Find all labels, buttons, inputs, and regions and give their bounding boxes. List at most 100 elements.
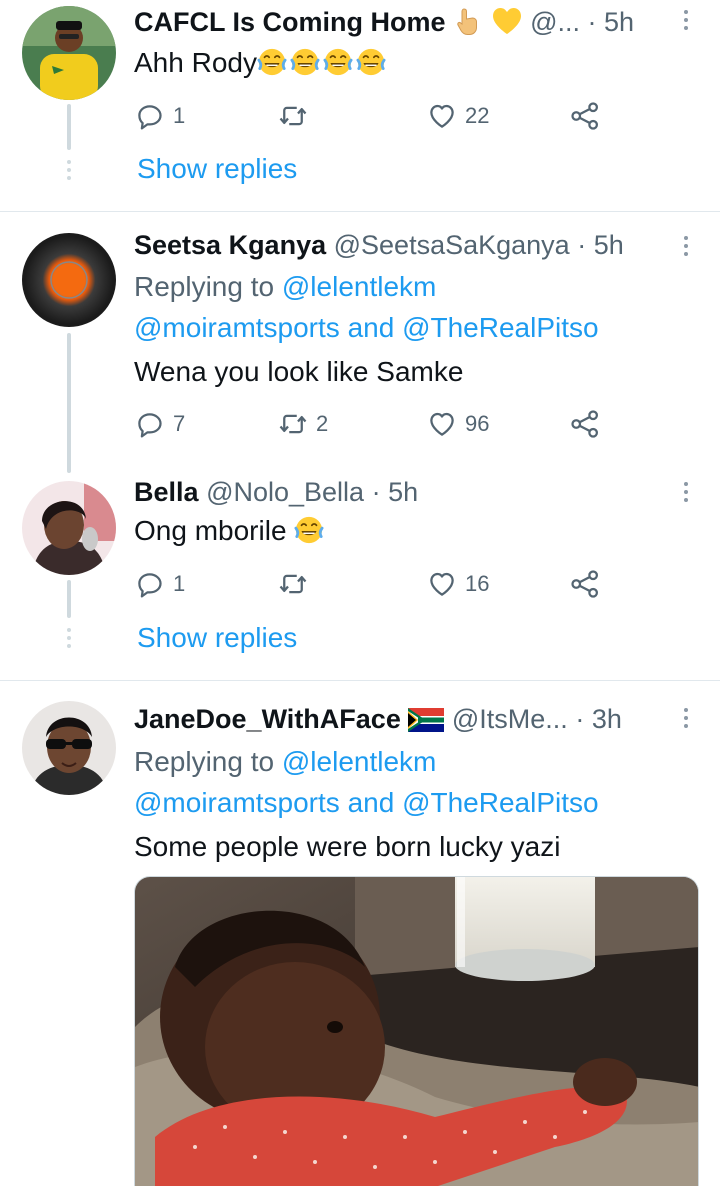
retweet-button[interactable]: 2 [278,409,328,439]
reply-button[interactable]: 7 [135,409,185,439]
avatar-photo-icon [22,481,116,575]
share-icon [570,569,600,599]
share-button[interactable] [570,101,600,131]
display-name[interactable]: Seetsa Kganya [134,230,326,260]
like-icon [427,409,457,439]
mention-link[interactable]: @moiramtsports [134,312,340,343]
share-button[interactable] [570,569,600,599]
display-name[interactable]: CAFCL Is Coming Home [134,7,446,37]
handle[interactable]: @... [530,7,580,37]
thread-line [67,333,71,473]
mention-link[interactable]: @TheRealPitso [402,787,599,818]
yellow-heart-emoji-icon [491,6,523,36]
tears-of-joy-emoji-icon [257,47,287,77]
like-button[interactable]: 96 [427,409,489,439]
replying-to-label: Replying to [134,746,275,777]
mention-link[interactable]: @TheRealPitso [402,312,599,343]
retweet-count: 2 [316,411,329,436]
avatar[interactable] [22,701,116,795]
tears-of-joy-emoji-icon [294,515,324,545]
retweet-icon [278,569,308,599]
replying-to: Replying to @lelentlekm @moiramtsports a… [134,266,599,348]
thread-line [67,580,71,618]
retweet-button[interactable] [278,569,316,599]
avatar[interactable] [22,6,116,100]
display-name[interactable]: JaneDoe_WithAFace [134,704,401,734]
reply-count: 1 [173,571,186,596]
like-button[interactable]: 16 [427,569,489,599]
separator: · [587,7,597,37]
avatar-photo-icon [22,6,116,100]
show-replies-link[interactable]: Show replies [137,153,297,185]
timestamp[interactable]: 5h [604,7,634,37]
reply-icon [135,569,165,599]
show-replies-link[interactable]: Show replies [137,622,297,654]
retweet-icon [278,409,308,439]
tweet-header: JaneDoe_WithAFace @ItsMe... · 3h [134,703,622,735]
tweet-header: Seetsa Kganya @SeetsaSaKganya · 5h [134,229,624,261]
avatar-photo-icon [22,233,116,327]
handle[interactable]: @Nolo_Bella [206,477,364,507]
like-count: 22 [465,103,490,128]
tears-of-joy-emoji-icon [356,47,386,77]
reply-icon [135,101,165,131]
replying-to-label: Replying to [134,271,275,302]
replying-to: Replying to @lelentlekm @moiramtsports a… [134,741,599,823]
avatar[interactable] [22,481,116,575]
tweet-text-content: Ong mborile [134,515,287,546]
like-icon [427,569,457,599]
timestamp[interactable]: 5h [388,477,418,507]
south-africa-flag-icon [408,707,445,732]
baby-photo-icon [135,877,698,1186]
tweet-media-photo[interactable] [134,876,699,1186]
avatar-photo-icon [22,701,116,795]
tweet-text: Wena you look like Samke [134,356,464,387]
reply-icon [135,409,165,439]
divider [0,680,720,681]
more-options-icon[interactable] [684,482,688,502]
reply-button[interactable]: 1 [135,569,185,599]
divider [0,211,720,212]
reply-count: 7 [173,411,186,436]
mention-link[interactable]: @lelentlekm [282,271,436,302]
tweet-header: CAFCL Is Coming Home @... · 5h [134,6,634,38]
mention-link[interactable]: @lelentlekm [282,746,436,777]
tweet-header: Bella @Nolo_Bella · 5h [134,476,418,508]
handle[interactable]: @SeetsaSaKganya [334,230,570,260]
tweet-text: Ahh Rody [134,46,389,80]
tweet-text-content: Ahh Rody [134,47,257,78]
retweet-icon [278,101,308,131]
and-label: and [347,787,395,818]
avatar[interactable] [22,233,116,327]
separator: · [575,704,585,734]
timestamp[interactable]: 3h [592,704,622,734]
and-label: and [347,312,395,343]
share-icon [570,409,600,439]
separator: · [577,230,587,260]
mention-link[interactable]: @moiramtsports [134,787,340,818]
more-options-icon[interactable] [684,236,688,256]
display-name[interactable]: Bella [134,477,199,507]
tweet-text: Ong mborile [134,514,327,548]
like-icon [427,101,457,131]
tears-of-joy-emoji-icon [290,47,320,77]
more-options-icon[interactable] [684,708,688,728]
timestamp[interactable]: 5h [594,230,624,260]
like-count: 16 [465,571,490,596]
thread-line [67,104,71,150]
thread-dots [67,160,71,184]
retweet-button[interactable] [278,101,316,131]
share-button[interactable] [570,409,600,439]
tears-of-joy-emoji-icon [323,47,353,77]
share-icon [570,101,600,131]
separator: · [371,477,381,507]
like-button[interactable]: 22 [427,101,489,131]
reply-count: 1 [173,103,186,128]
thread-dots [67,628,71,652]
handle[interactable]: @ItsMe... [452,704,568,734]
more-options-icon[interactable] [684,10,688,30]
pointing-hand-emoji-icon [453,6,483,36]
tweet-text: Some people were born lucky yazi [134,831,561,862]
reply-button[interactable]: 1 [135,101,185,131]
like-count: 96 [465,411,490,436]
